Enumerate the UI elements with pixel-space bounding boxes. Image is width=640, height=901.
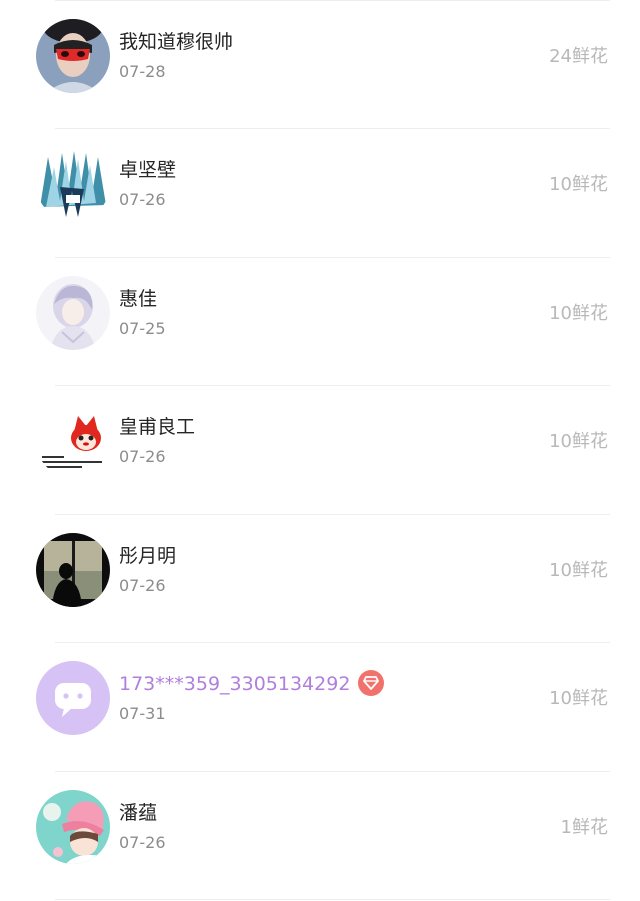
date: 07-28 — [119, 62, 166, 81]
blue-hair-anime-avatar-icon[interactable] — [36, 147, 110, 221]
flower-count: 10鲜花 — [549, 560, 608, 581]
date: 07-26 — [119, 576, 166, 595]
list-item[interactable]: 潘蕴 07-26 1鲜花 — [0, 771, 640, 899]
list-item[interactable]: 我知道穆很帅 07-28 24鲜花 — [0, 0, 640, 128]
list-item[interactable]: 惠佳 07-25 10鲜花 — [0, 257, 640, 385]
user-name: 彤月明 — [119, 545, 177, 567]
default-chat-bubble-avatar-icon[interactable] — [36, 661, 110, 735]
white-hair-anime-avatar-icon[interactable] — [36, 276, 110, 350]
flower-count: 1鲜花 — [560, 817, 608, 838]
pink-hat-girl-avatar-icon[interactable] — [36, 790, 110, 864]
user-name: 173***359_3305134292 — [119, 670, 385, 696]
silhouette-window-avatar-icon[interactable] — [36, 533, 110, 607]
user-name: 我知道穆很帅 — [119, 31, 234, 53]
date: 07-26 — [119, 447, 166, 466]
date: 07-26 — [119, 833, 166, 852]
list-item[interactable]: 皇甫良工 07-26 10鲜花 — [0, 385, 640, 513]
flower-count: 10鲜花 — [549, 174, 608, 195]
user-name-text: 173***359_3305134292 — [119, 673, 351, 695]
red-fox-cartoon-avatar-icon[interactable] — [36, 404, 110, 478]
flower-ranking-list: 我知道穆很帅 07-28 24鲜花 卓坚壁 07-26 10鲜花 惠佳 07-2… — [0, 0, 640, 901]
date: 07-25 — [119, 319, 166, 338]
flower-count: 10鲜花 — [549, 688, 608, 709]
masked-boy-avatar-icon[interactable] — [36, 19, 110, 93]
list-item[interactable]: 173***359_3305134292 07-31 10鲜花 — [0, 642, 640, 770]
list-item[interactable]: 卓坚壁 07-26 10鲜花 — [0, 128, 640, 256]
user-name: 潘蕴 — [119, 802, 158, 824]
user-name: 卓坚壁 — [119, 159, 177, 181]
flower-count: 24鲜花 — [549, 46, 608, 67]
user-name: 惠佳 — [119, 288, 158, 310]
flower-count: 10鲜花 — [549, 303, 608, 324]
divider — [55, 899, 610, 900]
list-item[interactable]: 彤月明 07-26 10鲜花 — [0, 514, 640, 642]
diamond-vip-icon — [358, 670, 385, 696]
date: 07-31 — [119, 704, 166, 723]
user-name: 皇甫良工 — [119, 416, 196, 438]
flower-count: 10鲜花 — [549, 431, 608, 452]
date: 07-26 — [119, 190, 166, 209]
